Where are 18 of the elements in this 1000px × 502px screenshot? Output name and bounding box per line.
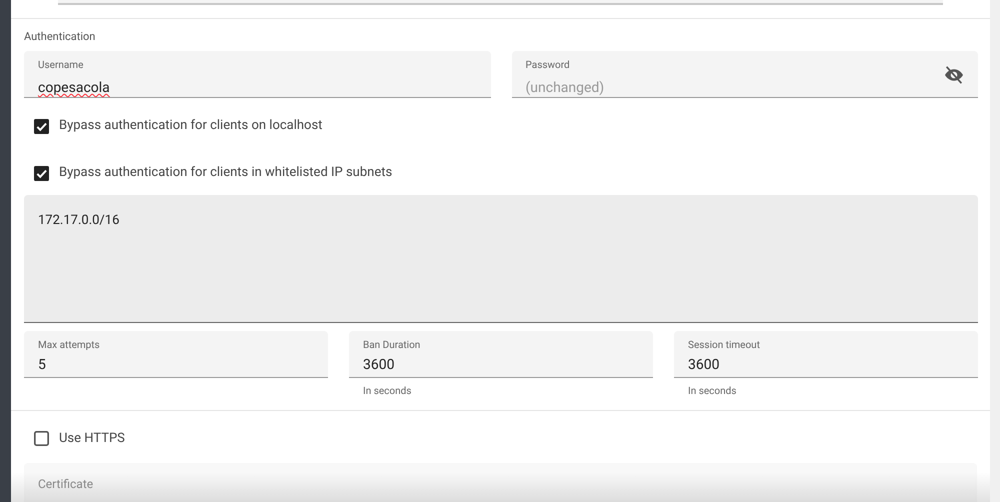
checkbox-label[interactable]: Bypass authentication for clients on localhost — [59, 116, 322, 136]
whitelist-textarea[interactable]: 172.17.0.0/16 — [24, 195, 978, 323]
checkbox[interactable] — [34, 431, 49, 446]
section-title: Authentication — [24, 29, 96, 45]
certificate-label: Certificate — [38, 476, 94, 492]
helper-text: In seconds — [362, 385, 412, 399]
password-field[interactable]: Password (unchanged) — [512, 51, 978, 98]
checkbox-label[interactable]: Use HTTPS — [59, 429, 125, 448]
checkbox-label[interactable]: Bypass authentication for clients in whitelisted IP subnets — [59, 163, 392, 183]
checkbox[interactable] — [34, 166, 49, 180]
number-field[interactable]: Ban Duration 3600 — [349, 331, 653, 378]
eye-slash-icon[interactable] — [944, 66, 964, 84]
helper-text: In seconds — [687, 385, 738, 399]
username-field[interactable]: Username copesacola — [24, 51, 490, 98]
scrollbar-track[interactable] — [990, 0, 1000, 502]
checkbox[interactable] — [34, 118, 49, 134]
number-field[interactable]: Session timeout 3600 — [674, 331, 978, 378]
number-field[interactable]: Max attempts 5 — [24, 331, 328, 378]
